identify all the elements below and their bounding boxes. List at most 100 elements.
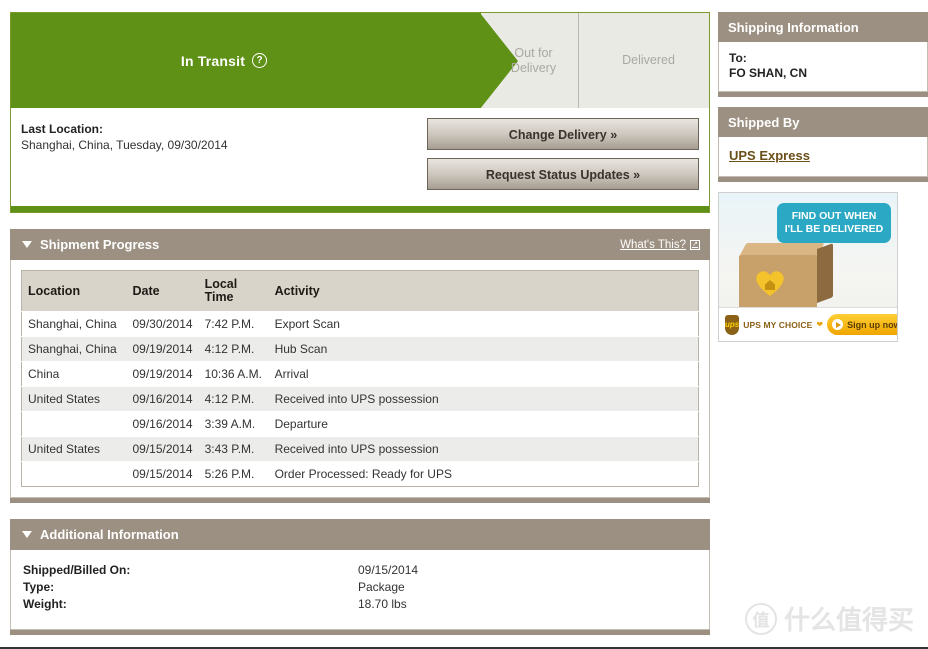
column-header-activity: Activity xyxy=(268,270,699,312)
tracking-table-head: Location Date Local Time Activity xyxy=(21,270,699,312)
ups-tracking-page: In Transit ? Out for Delivery Delivered … xyxy=(0,0,928,649)
status-panel-bottom-accent xyxy=(10,206,710,213)
tracking-table-header-row: Location Date Local Time Activity xyxy=(21,270,699,312)
table-row: Shanghai, China 09/19/2014 4:12 P.M. Hub… xyxy=(21,336,699,362)
ups-my-choice-advertisement[interactable]: FIND OUT WHEN I'LL BE DELIVERED ups UPS … xyxy=(718,192,898,342)
cell-location: Shanghai, China xyxy=(21,311,127,337)
cell-location: Shanghai, China xyxy=(21,336,127,362)
cell-time: 10:36 A.M. xyxy=(198,361,269,387)
recipient-label: To: xyxy=(729,51,747,65)
external-link-icon: ↗ xyxy=(690,239,700,250)
recipient-value: FO SHAN, CN xyxy=(729,66,807,80)
shipping-information-title: Shipping Information xyxy=(728,19,859,35)
time-text: Time xyxy=(204,290,234,304)
request-status-updates-button[interactable]: Request Status Updates » xyxy=(427,158,699,190)
sidebar-column: Shipping Information To: FO SHAN, CN Shi… xyxy=(718,12,928,342)
shipped-billed-on-label: Shipped/Billed On: xyxy=(23,563,131,577)
action-buttons-group: Change Delivery » Request Status Updates… xyxy=(427,118,699,198)
cell-location xyxy=(21,461,127,487)
sign-up-now-button[interactable]: Sign up now xyxy=(827,314,898,335)
cell-activity: Hub Scan xyxy=(268,336,699,362)
whats-this-link[interactable]: What's This? ↗ xyxy=(620,239,700,251)
cell-date: 09/19/2014 xyxy=(126,361,199,387)
ad-bubble-line2: I'LL BE DELIVERED xyxy=(784,223,884,235)
whats-this-label: What's This? xyxy=(620,238,686,251)
cell-date: 09/19/2014 xyxy=(126,336,199,362)
cell-time: 3:43 P.M. xyxy=(198,436,269,462)
shipped-billed-on-value: 09/15/2014 xyxy=(358,563,419,577)
column-header-location: Location xyxy=(21,270,127,312)
column-header-date: Date xyxy=(126,270,199,312)
cell-date: 09/16/2014 xyxy=(126,411,199,437)
delivery-text: Delivery xyxy=(510,60,557,75)
cell-date: 09/15/2014 xyxy=(126,461,199,487)
shipped-by-footer-bar xyxy=(718,177,928,182)
ad-footer-bar: ups UPS MY CHOICE ❤ Sign up now xyxy=(719,307,897,341)
additional-information-footer-bar xyxy=(10,630,710,635)
list-item: Shipped/Billed On: 09/15/2014 xyxy=(23,562,699,579)
site-watermark: 值 什么值得买 xyxy=(744,600,914,637)
additional-information-header[interactable]: Additional Information xyxy=(10,519,710,550)
progress-stage-delivered[interactable]: Delivered xyxy=(586,13,709,108)
cell-location: United States xyxy=(21,386,127,412)
cardboard-box-icon-side xyxy=(817,243,833,303)
cell-activity: Received into UPS possession xyxy=(268,386,699,412)
progress-stage-out-for-delivery[interactable]: Out for Delivery xyxy=(481,13,586,108)
shipment-progress-header[interactable]: Shipment Progress What's This? ↗ xyxy=(10,229,710,260)
caret-down-icon[interactable] xyxy=(22,241,32,248)
table-row: Shanghai, China 09/30/2014 7:42 P.M. Exp… xyxy=(21,311,699,337)
in-transit-text: In Transit xyxy=(180,52,246,69)
change-delivery-button[interactable]: Change Delivery » xyxy=(427,118,699,150)
weight-value: 18.70 lbs xyxy=(358,597,407,611)
cell-activity: Arrival xyxy=(268,361,699,387)
table-row: 09/16/2014 3:39 A.M. Departure xyxy=(21,411,699,437)
caret-down-icon[interactable] xyxy=(22,531,32,538)
table-row: China 09/19/2014 10:36 A.M. Arrival xyxy=(21,361,699,387)
cell-location: United States xyxy=(21,436,127,462)
progress-stage-delivered-label: Delivered xyxy=(622,53,675,67)
shipment-status-panel: In Transit ? Out for Delivery Delivered … xyxy=(10,12,710,206)
shipping-information-header: Shipping Information xyxy=(718,12,928,42)
shipped-by-panel: Shipped By UPS Express xyxy=(718,107,928,182)
cell-time: 5:26 P.M. xyxy=(198,461,269,487)
play-triangle-icon xyxy=(832,319,844,330)
shipping-information-body: To: FO SHAN, CN xyxy=(718,42,928,92)
list-item: Weight: 18.70 lbs xyxy=(23,596,699,613)
type-value: Package xyxy=(358,580,405,594)
cell-time: 7:42 P.M. xyxy=(198,311,269,337)
carrier-service-link[interactable]: UPS Express xyxy=(729,148,810,163)
cell-activity: Departure xyxy=(268,411,699,437)
cell-date: 09/15/2014 xyxy=(126,436,199,462)
ad-speech-bubble: FIND OUT WHEN I'LL BE DELIVERED xyxy=(777,203,891,255)
cell-date: 09/30/2014 xyxy=(126,311,199,337)
ups-shield-icon: ups xyxy=(725,314,740,335)
cell-time: 4:12 P.M. xyxy=(198,336,269,362)
additional-information-title: Additional Information xyxy=(40,527,179,542)
last-location-section: Last Location: Shanghai, China, Tuesday,… xyxy=(11,108,709,206)
delivery-progress-bar: In Transit ? Out for Delivery Delivered xyxy=(11,13,709,108)
local-text: Local xyxy=(204,277,238,291)
progress-stage-in-transit[interactable]: In Transit ? xyxy=(11,13,518,108)
out-for-text: Out for xyxy=(514,45,553,60)
cell-location xyxy=(21,411,127,437)
type-label: Type: xyxy=(23,580,55,594)
table-row: United States 09/15/2014 3:43 P.M. Recei… xyxy=(21,436,699,462)
additional-information-section: Additional Information Shipped/Billed On… xyxy=(10,519,710,635)
heart-icon xyxy=(756,271,784,296)
list-item: Type: Package xyxy=(23,579,699,596)
table-row: United States 09/16/2014 4:12 P.M. Recei… xyxy=(21,386,699,412)
sign-up-now-label: Sign up now xyxy=(847,319,898,330)
cell-date: 09/16/2014 xyxy=(126,386,199,412)
shipment-progress-section: Shipment Progress What's This? ↗ Locatio… xyxy=(10,229,710,503)
cell-activity: Received into UPS possession xyxy=(268,436,699,462)
ad-bubble-line1: FIND OUT WHEN xyxy=(791,210,877,222)
ups-shield-text: ups xyxy=(725,320,740,329)
shipped-by-body: UPS Express xyxy=(718,137,928,177)
weight-label: Weight: xyxy=(23,597,67,611)
shipped-by-title: Shipped By xyxy=(728,114,800,130)
main-content-column: In Transit ? Out for Delivery Delivered … xyxy=(10,12,710,635)
progress-stage-in-transit-label: In Transit ? xyxy=(180,52,268,69)
progress-stage-out-for-delivery-label: Out for Delivery xyxy=(511,46,556,76)
tracking-history-table: Location Date Local Time Activity Shangh… xyxy=(21,270,699,487)
question-mark-circle-icon[interactable]: ? xyxy=(252,53,268,68)
